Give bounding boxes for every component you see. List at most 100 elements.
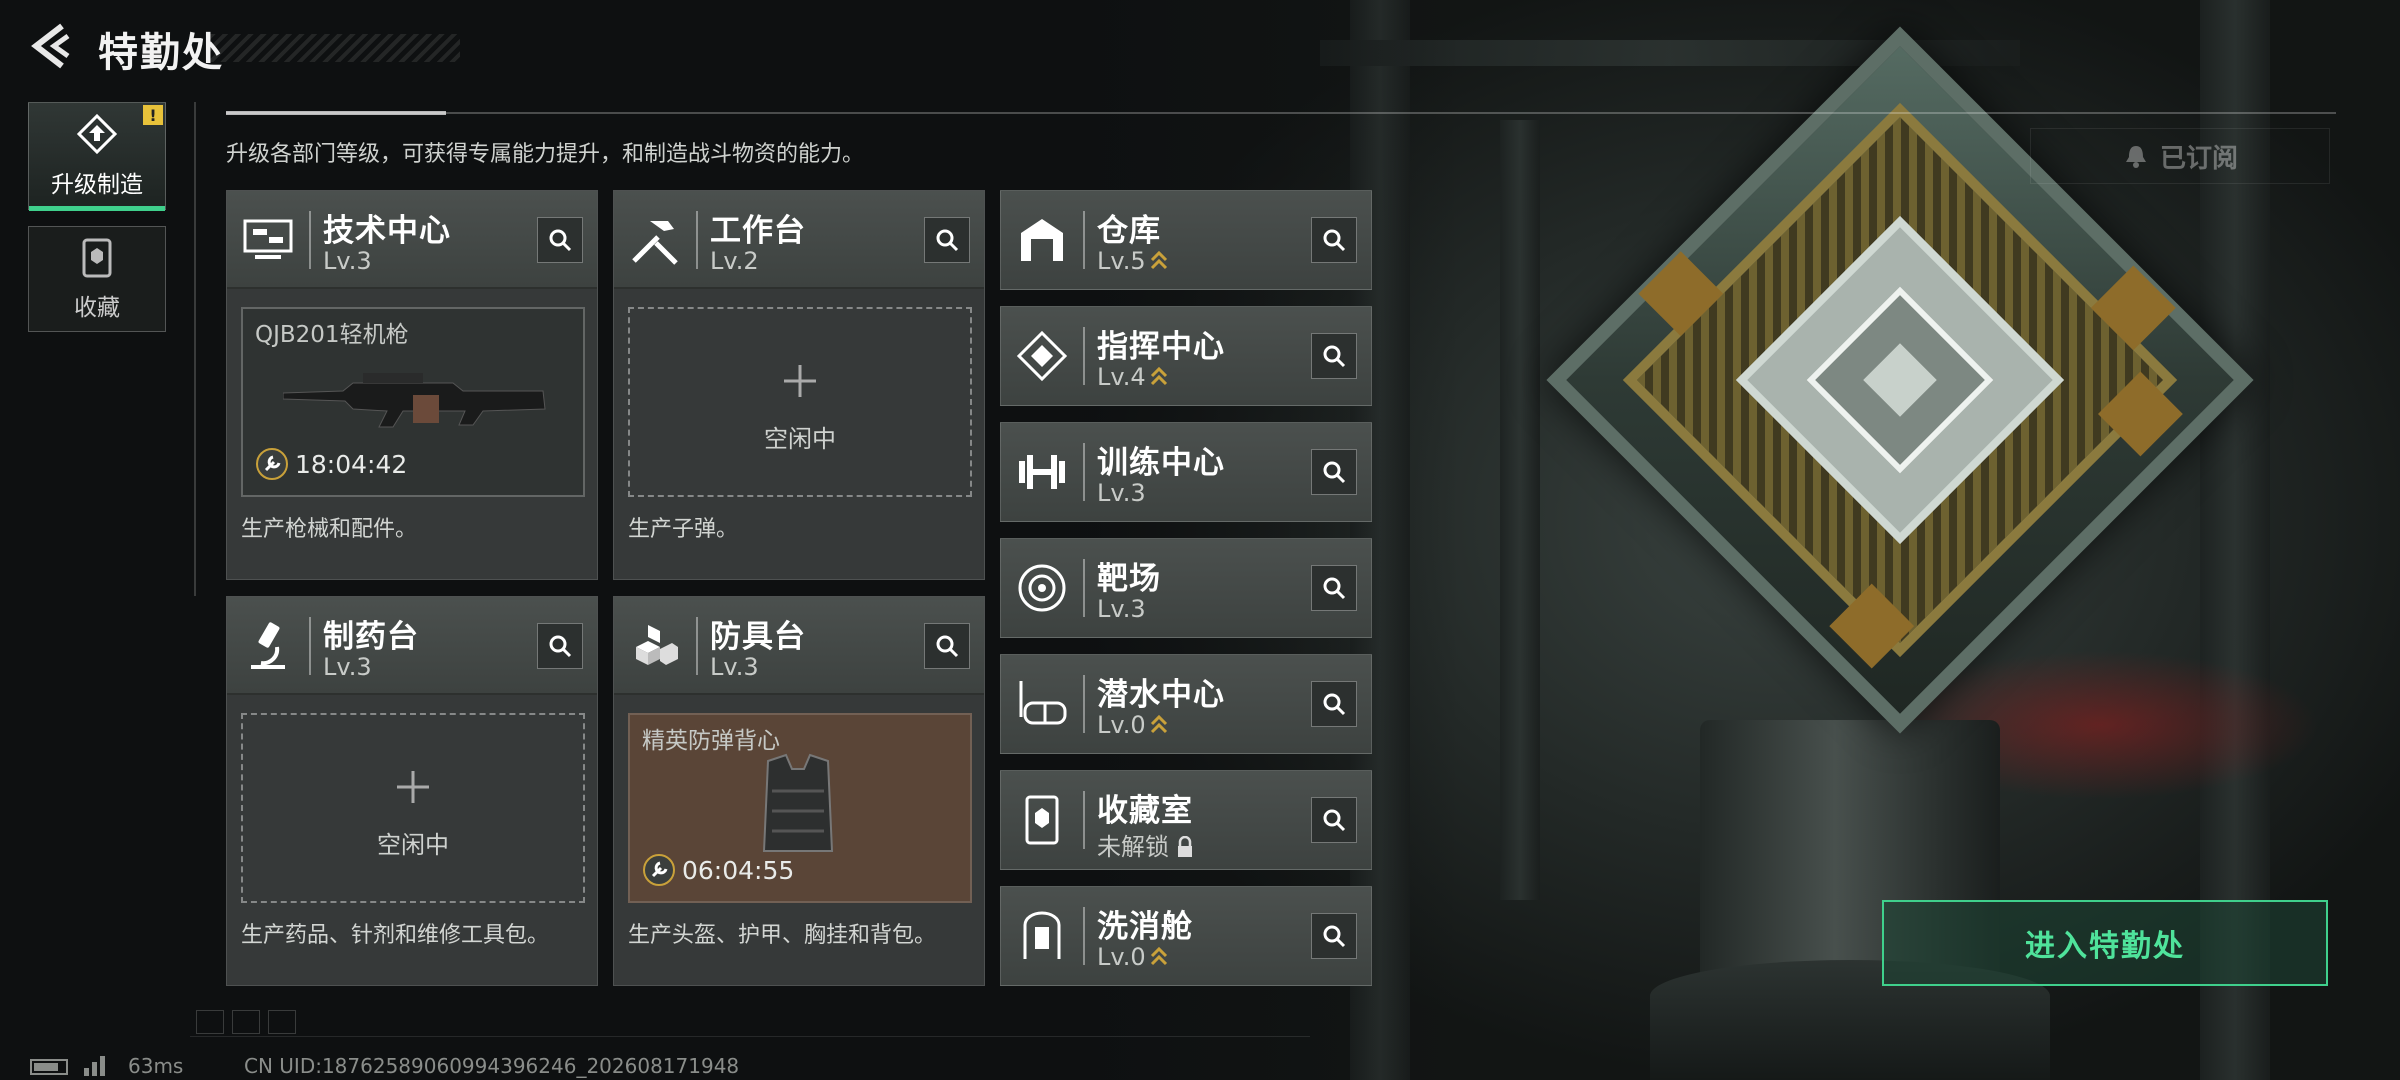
- card-description: 生产子弹。: [628, 517, 739, 542]
- room-title: 潜水中心: [1097, 677, 1225, 713]
- search-button[interactable]: [1311, 681, 1357, 727]
- room-level: Lv.0: [1097, 711, 1168, 739]
- card-title: 防具台: [710, 619, 806, 655]
- card-description: 生产枪械和配件。: [241, 517, 418, 542]
- subscribed-button[interactable]: 已订阅: [2030, 128, 2330, 184]
- search-icon: [1323, 461, 1346, 484]
- production-timer: 06:04:55: [682, 856, 795, 885]
- product-name: 精英防弹背心: [642, 728, 780, 754]
- room-level: Lv.3: [1097, 479, 1146, 507]
- room-level: Lv.5: [1097, 247, 1168, 275]
- room-title: 训练中心: [1097, 445, 1225, 481]
- collection-room-icon: [1025, 795, 1059, 845]
- battery-icon: [30, 1059, 68, 1075]
- upgrade-chevron-icon: [1150, 250, 1167, 270]
- plus-icon: [397, 771, 429, 803]
- dumbbell-icon: [1019, 455, 1065, 489]
- room-title: 指挥中心: [1097, 329, 1225, 365]
- card-level: Lv.2: [710, 247, 759, 275]
- card-title: 制药台: [323, 619, 419, 655]
- tab-upgrade-craft[interactable]: ! 升级制造: [28, 102, 166, 211]
- tools-icon: [632, 221, 678, 265]
- search-icon: [1323, 809, 1346, 832]
- armor-vest-icon: [762, 753, 834, 852]
- search-icon: [1323, 577, 1346, 600]
- room-level-text: 未解锁: [1097, 833, 1169, 861]
- room-level-text: Lv.4: [1097, 363, 1146, 391]
- card-armor-bench[interactable]: 防具台 Lv.3 精英防弹背心 06:04:55 生产头盔、护甲、胸挂和背包。: [613, 596, 985, 986]
- production-timer: 18:04:42: [295, 450, 408, 479]
- card-description: 生产药品、针剂和维修工具包。: [241, 923, 550, 948]
- room-shooting-range[interactable]: 靶场 Lv.3: [1000, 538, 1372, 638]
- card-title: 工作台: [710, 213, 806, 249]
- production-slot[interactable]: 精英防弹背心 06:04:55: [628, 713, 972, 903]
- room-title: 洗消舱: [1097, 909, 1193, 945]
- search-icon: [549, 229, 572, 252]
- search-button[interactable]: [1311, 333, 1357, 379]
- command-icon: [1016, 330, 1068, 382]
- divider: [226, 111, 2336, 115]
- ping-readout: 63ms: [128, 1054, 184, 1078]
- idle-status: 空闲中: [377, 831, 449, 859]
- room-training-center[interactable]: 训练中心 Lv.3: [1000, 422, 1372, 522]
- room-warehouse[interactable]: 仓库 Lv.5: [1000, 190, 1372, 290]
- footer-decoration: [196, 1010, 296, 1034]
- tab-label: 收藏: [74, 295, 120, 321]
- search-button[interactable]: [924, 623, 970, 669]
- plus-icon: [784, 365, 816, 397]
- search-icon: [1323, 693, 1346, 716]
- card-pharmacy[interactable]: 制药台 Lv.3 空闲中 生产药品、针剂和维修工具包。: [226, 596, 598, 986]
- tab-label: 升级制造: [51, 172, 143, 198]
- search-button[interactable]: [1311, 913, 1357, 959]
- product-name: QJB201轻机枪: [255, 322, 409, 348]
- search-button[interactable]: [1311, 449, 1357, 495]
- room-level-text: Lv.0: [1097, 943, 1146, 971]
- room-title: 仓库: [1097, 213, 1161, 249]
- room-title: 收藏室: [1097, 793, 1193, 829]
- search-icon: [1323, 345, 1346, 368]
- search-button[interactable]: [1311, 797, 1357, 843]
- production-slot-idle[interactable]: 空闲中: [628, 307, 972, 497]
- search-button[interactable]: [924, 217, 970, 263]
- decon-icon: [1023, 911, 1061, 959]
- idle-status: 空闲中: [764, 425, 836, 453]
- room-level: Lv.0: [1097, 943, 1168, 971]
- room-level: Lv.3: [1097, 595, 1146, 623]
- search-button[interactable]: [537, 217, 583, 263]
- page-subtitle: 升级各部门等级，可获得专属能力提升，和制造战斗物资的能力。: [226, 142, 865, 167]
- lock-icon: [1178, 836, 1192, 857]
- production-slot-idle[interactable]: 空闲中: [241, 713, 585, 903]
- room-title: 靶场: [1097, 561, 1161, 597]
- upgrade-chevron-icon: [1150, 946, 1167, 966]
- wrench-timer-icon: [256, 448, 288, 480]
- title-decoration: [210, 34, 460, 62]
- warehouse-icon: [1021, 219, 1063, 261]
- back-arrow-icon[interactable]: [28, 22, 76, 70]
- search-button[interactable]: [537, 623, 583, 669]
- subscribed-label: 已订阅: [2159, 143, 2238, 174]
- monitor-icon: [243, 219, 293, 259]
- tab-collection[interactable]: 收藏: [28, 226, 166, 332]
- room-level-text: Lv.5: [1097, 247, 1146, 275]
- search-button[interactable]: [1311, 565, 1357, 611]
- search-icon: [936, 229, 959, 252]
- room-decontamination[interactable]: 洗消舱 Lv.0: [1000, 886, 1372, 986]
- room-diving-center[interactable]: 潜水中心 Lv.0: [1000, 654, 1372, 754]
- card-workbench[interactable]: 工作台 Lv.2 空闲中 生产子弹。: [613, 190, 985, 580]
- enter-special-ops-button[interactable]: 进入特勤处: [1882, 900, 2328, 986]
- bell-icon: [2125, 146, 2146, 168]
- page-title: 特勤处: [98, 30, 224, 76]
- room-collection[interactable]: 收藏室 未解锁: [1000, 770, 1372, 870]
- signal-icon: [84, 1056, 105, 1076]
- card-description: 生产头盔、护甲、胸挂和背包。: [628, 923, 937, 948]
- room-command-center[interactable]: 指挥中心 Lv.4: [1000, 306, 1372, 406]
- search-button[interactable]: [1311, 217, 1357, 263]
- room-level-text: Lv.0: [1097, 711, 1146, 739]
- upgrade-chevron-icon: [1150, 366, 1167, 386]
- collection-icon: [82, 238, 112, 278]
- upgrade-icon: [76, 113, 118, 155]
- room-level: 未解锁: [1097, 827, 1195, 862]
- card-tech-center[interactable]: 技术中心 Lv.3 QJB201轻机枪 18:04:42 生产枪械和配件。: [226, 190, 598, 580]
- production-slot[interactable]: QJB201轻机枪 18:04:42: [241, 307, 585, 497]
- machine-gun-icon: [283, 373, 546, 428]
